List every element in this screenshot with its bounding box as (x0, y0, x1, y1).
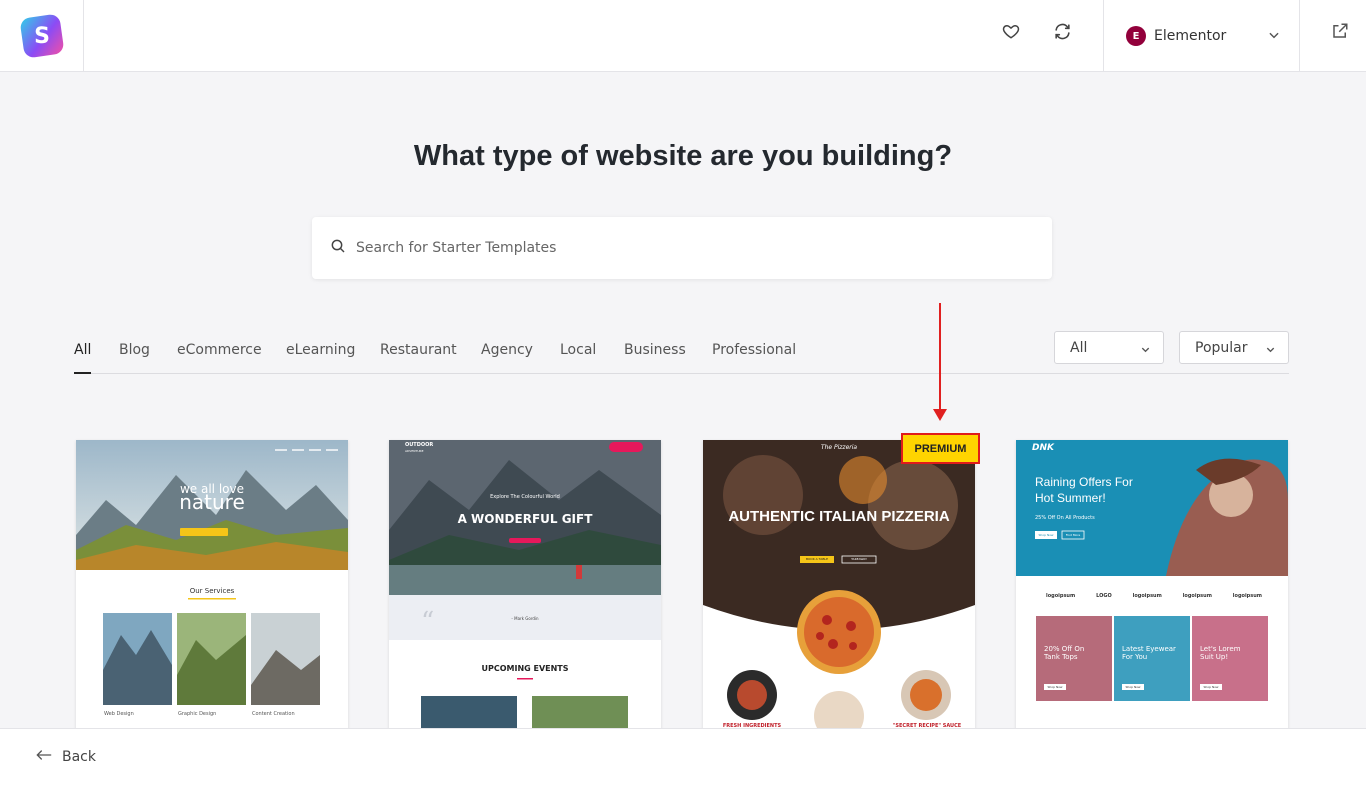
card-hero-title: Raining Offers For (1035, 475, 1133, 489)
template-card-outdoor-adventure[interactable]: “ OUTDOOR ADVENTURE Explore The Colourfu… (389, 440, 661, 740)
tab-restaurant[interactable]: Restaurant (380, 342, 457, 358)
logo-strip: logoipsum LOGO logoipsum logoipsum logoi… (1046, 593, 1262, 599)
promo-button: Shop Now (1047, 685, 1063, 689)
sort-select[interactable]: Popular (1179, 331, 1289, 364)
template-card-dnk-store[interactable]: DNK Raining Offers For Hot Summer! 25% O… (1016, 440, 1288, 740)
card-brand: OUTDOOR (405, 442, 434, 448)
svg-text:“: “ (421, 607, 434, 637)
logo-letter: S (33, 23, 50, 49)
arrow-left-icon (36, 749, 52, 765)
card-button: Shop Now (1038, 533, 1054, 537)
active-tab-indicator (74, 372, 91, 374)
type-filter-select[interactable]: All (1054, 331, 1164, 364)
external-link-icon[interactable] (1329, 20, 1351, 42)
back-button[interactable]: Back (36, 749, 96, 765)
promo-title: Let's Lorem Suit Up! (1200, 645, 1241, 661)
tab-professional[interactable]: Professional (712, 342, 796, 358)
logo-item: logoipsum (1132, 593, 1162, 599)
tab-agency[interactable]: Agency (481, 342, 533, 358)
tab-elearning[interactable]: eLearning (286, 342, 355, 358)
type-filter-value: All (1070, 339, 1088, 356)
logo-item: LOGO (1096, 593, 1112, 599)
chevron-down-icon (1140, 343, 1151, 359)
tab-business[interactable]: Business (624, 342, 686, 358)
category-tabs: All Blog eCommerce eLearning Restaurant … (74, 330, 1289, 374)
logo-item: logoipsum (1182, 593, 1212, 599)
card-caption: Content Creation (252, 711, 295, 717)
chevron-down-icon (1267, 27, 1281, 46)
back-label: Back (62, 749, 96, 765)
outdoor-template-preview: “ (389, 440, 661, 740)
card-quote-author: - Mark Gordin (511, 616, 539, 621)
elementor-icon: E (1126, 26, 1146, 46)
logo-container: S (0, 0, 84, 72)
annotation-arrow-head (933, 409, 947, 421)
card-section-title: Our Services (189, 587, 235, 595)
logo-item: logoipsum (1046, 593, 1076, 599)
bottom-bar: Back (0, 728, 1366, 786)
heart-icon[interactable] (1000, 20, 1022, 42)
search-box (312, 217, 1052, 279)
card-hero-small: Explore The Colourful World (490, 494, 560, 500)
card-hero-title: Hot Summer! (1035, 491, 1106, 505)
refresh-icon[interactable] (1051, 20, 1073, 42)
card-hero-big: AUTHENTIC ITALIAN PIZZERIA (728, 508, 950, 525)
tab-blog[interactable]: Blog (119, 342, 150, 358)
page-builder-label: Elementor (1154, 28, 1227, 44)
tab-all[interactable]: All (74, 342, 91, 358)
tab-local[interactable]: Local (560, 342, 596, 358)
card-caption: Web Design (104, 711, 134, 717)
card-hero-big: nature (179, 490, 245, 514)
card-button: TAKEAWAY (851, 557, 867, 561)
tab-ecommerce[interactable]: eCommerce (177, 342, 262, 358)
search-icon (330, 238, 346, 258)
starter-templates-logo[interactable]: S (18, 13, 65, 59)
premium-badge: PREMIUM (901, 433, 980, 464)
promo-title: Latest Eyewear For You (1122, 645, 1176, 661)
chevron-down-icon (1265, 343, 1276, 359)
card-button: Find More (1065, 533, 1081, 537)
logo-item: logoipsum (1232, 593, 1262, 599)
card-caption: Graphic Design (178, 711, 217, 717)
annotation-arrow-line (939, 303, 941, 411)
page-builder-select[interactable]: E Elementor (1103, 0, 1300, 72)
sort-value: Popular (1195, 339, 1248, 356)
page-title: What type of website are you building? (413, 140, 953, 172)
promo-button: Shop Now (1125, 685, 1141, 689)
template-card-pizzeria[interactable]: The Pizzeria AUTHENTIC ITALIAN PIZZERIA … (703, 440, 975, 740)
top-header: S E Elementor (0, 0, 1366, 72)
card-section-title: UPCOMING EVENTS (481, 664, 569, 673)
card-hero-sub: 25% Off On All Products (1035, 515, 1095, 521)
promo-title: 20% Off On Tank Tops (1044, 645, 1085, 661)
promo-button: Shop Now (1203, 685, 1219, 689)
card-hero-big: A WONDERFUL GIFT (457, 512, 593, 526)
card-button: BOOK A TABLE (806, 557, 828, 561)
card-mini-nav (76, 440, 348, 460)
template-card-nature[interactable]: we all love nature Our Services Web Desi… (76, 440, 348, 740)
search-input[interactable] (356, 240, 996, 256)
card-brand: DNK (1032, 443, 1054, 453)
pizzeria-template-preview (703, 440, 975, 740)
card-brand-sub: ADVENTURE (405, 449, 424, 453)
